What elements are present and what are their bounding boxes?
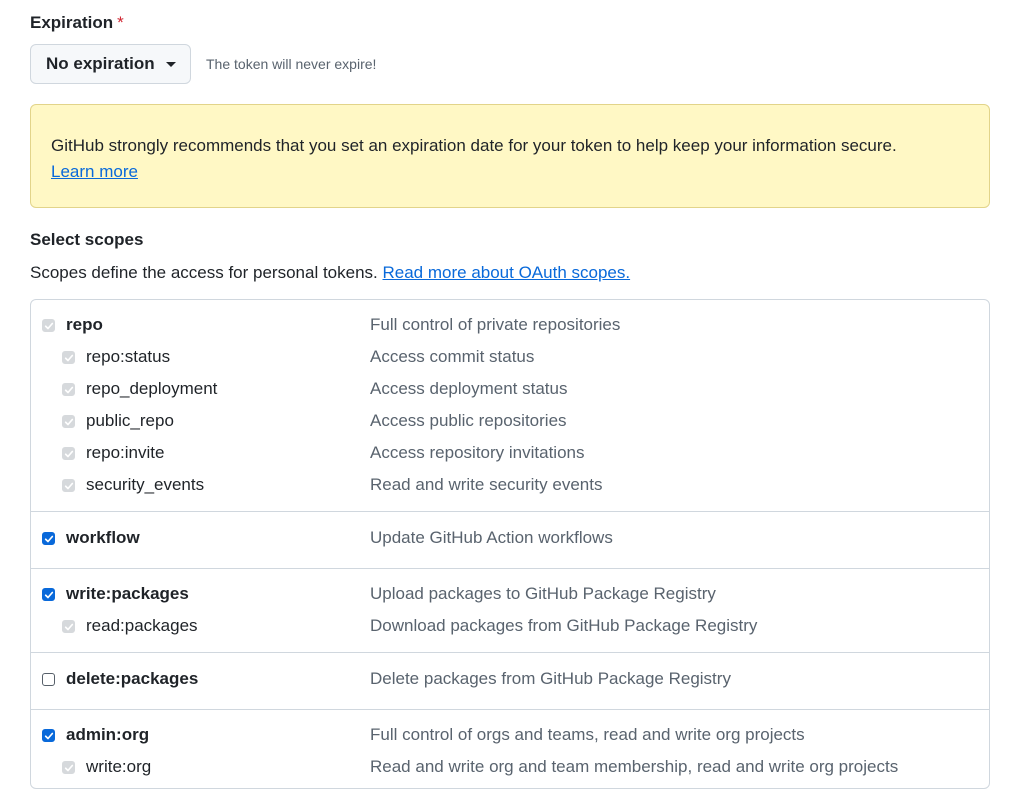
scope-checkbox bbox=[62, 351, 75, 364]
scope-group: delete:packages Delete packages from GitH… bbox=[31, 653, 989, 710]
check-icon bbox=[64, 354, 73, 361]
warning-text: GitHub strongly recommends that you set … bbox=[51, 136, 897, 155]
scope-checkbox bbox=[62, 447, 75, 460]
scope-description: Full control of private repositories bbox=[370, 315, 621, 334]
scope-row: repo:invite Access repository invitations bbox=[31, 439, 989, 471]
check-icon bbox=[64, 450, 73, 457]
check-icon bbox=[64, 386, 73, 393]
check-icon bbox=[44, 591, 53, 598]
check-icon bbox=[64, 418, 73, 425]
scope-description: Update GitHub Action workflows bbox=[370, 528, 613, 547]
required-mark: * bbox=[117, 13, 124, 32]
scopes-description: Scopes define the access for personal to… bbox=[30, 263, 630, 283]
scope-checkbox bbox=[42, 319, 55, 332]
scope-name: write:org bbox=[86, 757, 152, 776]
scope-row: workflow Update GitHub Action workflows bbox=[31, 524, 989, 556]
scopes-title: Select scopes bbox=[30, 230, 144, 249]
scope-checkbox bbox=[62, 383, 75, 396]
scope-name: write:packages bbox=[66, 584, 189, 603]
scope-row: security_events Read and write security e… bbox=[31, 471, 989, 503]
scope-row: delete:packages Delete packages from GitH… bbox=[31, 665, 989, 697]
scope-row: write:org Read and write org and team mem… bbox=[31, 753, 989, 785]
scope-row: repo:status Access commit status bbox=[31, 343, 989, 375]
scope-description: Access deployment status bbox=[370, 379, 568, 398]
scope-description: Download packages from GitHub Package Re… bbox=[370, 616, 758, 635]
scope-name: security_events bbox=[86, 475, 205, 494]
scope-group: admin:org Full control of orgs and teams,… bbox=[31, 710, 989, 788]
scope-checkbox bbox=[62, 479, 75, 492]
scope-name: read:packages bbox=[86, 616, 198, 635]
scope-name: public_repo bbox=[86, 411, 174, 430]
scope-description: Read and write org and team membership, … bbox=[370, 757, 899, 776]
scopes-list: repo Full control of private repositories… bbox=[30, 299, 990, 789]
expiration-label: Expiration * bbox=[30, 13, 124, 33]
scope-description: Access commit status bbox=[370, 347, 535, 366]
scope-group: repo Full control of private repositories… bbox=[31, 300, 989, 512]
learn-more-link[interactable]: Learn more bbox=[51, 162, 138, 181]
scope-name: admin:org bbox=[66, 725, 150, 744]
scope-name: delete:packages bbox=[66, 669, 199, 688]
scope-checkbox[interactable] bbox=[42, 532, 55, 545]
scope-description: Full control of orgs and teams, read and… bbox=[370, 725, 805, 744]
expiration-dropdown[interactable]: No expiration bbox=[30, 44, 191, 84]
scope-checkbox[interactable] bbox=[42, 729, 55, 742]
scope-description: Access public repositories bbox=[370, 411, 567, 430]
scope-row: admin:org Full control of orgs and teams,… bbox=[31, 721, 989, 753]
scope-description: Delete packages from GitHub Package Regi… bbox=[370, 669, 731, 688]
caret-down-icon bbox=[166, 61, 176, 67]
scope-name: repo:status bbox=[86, 347, 171, 366]
scope-name: repo bbox=[66, 315, 103, 334]
scope-checkbox[interactable] bbox=[42, 588, 55, 601]
scope-row: read:packages Download packages from GitH… bbox=[31, 612, 989, 644]
scope-row: repo Full control of private repositories bbox=[31, 311, 989, 343]
scope-description: Access repository invitations bbox=[370, 443, 585, 462]
check-icon bbox=[44, 322, 53, 329]
expiration-label-text: Expiration bbox=[30, 13, 114, 32]
scope-description: Upload packages to GitHub Package Regist… bbox=[370, 584, 716, 603]
check-icon bbox=[44, 535, 53, 542]
scope-checkbox bbox=[62, 761, 75, 774]
scope-checkbox[interactable] bbox=[42, 673, 55, 686]
oauth-scopes-link[interactable]: Read more about OAuth scopes. bbox=[383, 263, 631, 282]
scope-name: repo:invite bbox=[86, 443, 165, 462]
expiration-warning: GitHub strongly recommends that you set … bbox=[30, 104, 990, 208]
expiration-note: The token will never expire! bbox=[206, 56, 377, 72]
check-icon bbox=[44, 732, 53, 739]
scope-row: repo_deployment Access deployment status bbox=[31, 375, 989, 407]
scope-row: public_repo Access public repositories bbox=[31, 407, 989, 439]
scope-checkbox bbox=[62, 415, 75, 428]
expiration-selected: No expiration bbox=[46, 54, 155, 73]
scope-group: write:packages Upload packages to GitHub … bbox=[31, 569, 989, 653]
scope-description: Read and write security events bbox=[370, 475, 603, 494]
scope-checkbox bbox=[62, 620, 75, 633]
check-icon bbox=[64, 482, 73, 489]
scope-row: write:packages Upload packages to GitHub … bbox=[31, 580, 989, 612]
scope-group: workflow Update GitHub Action workflows bbox=[31, 512, 989, 569]
scopes-description-text: Scopes define the access for personal to… bbox=[30, 263, 378, 282]
scope-name: repo_deployment bbox=[86, 379, 218, 398]
expiration-row: No expiration The token will never expir… bbox=[30, 44, 376, 84]
check-icon bbox=[64, 623, 73, 630]
check-icon bbox=[64, 764, 73, 771]
scope-name: workflow bbox=[66, 528, 140, 547]
